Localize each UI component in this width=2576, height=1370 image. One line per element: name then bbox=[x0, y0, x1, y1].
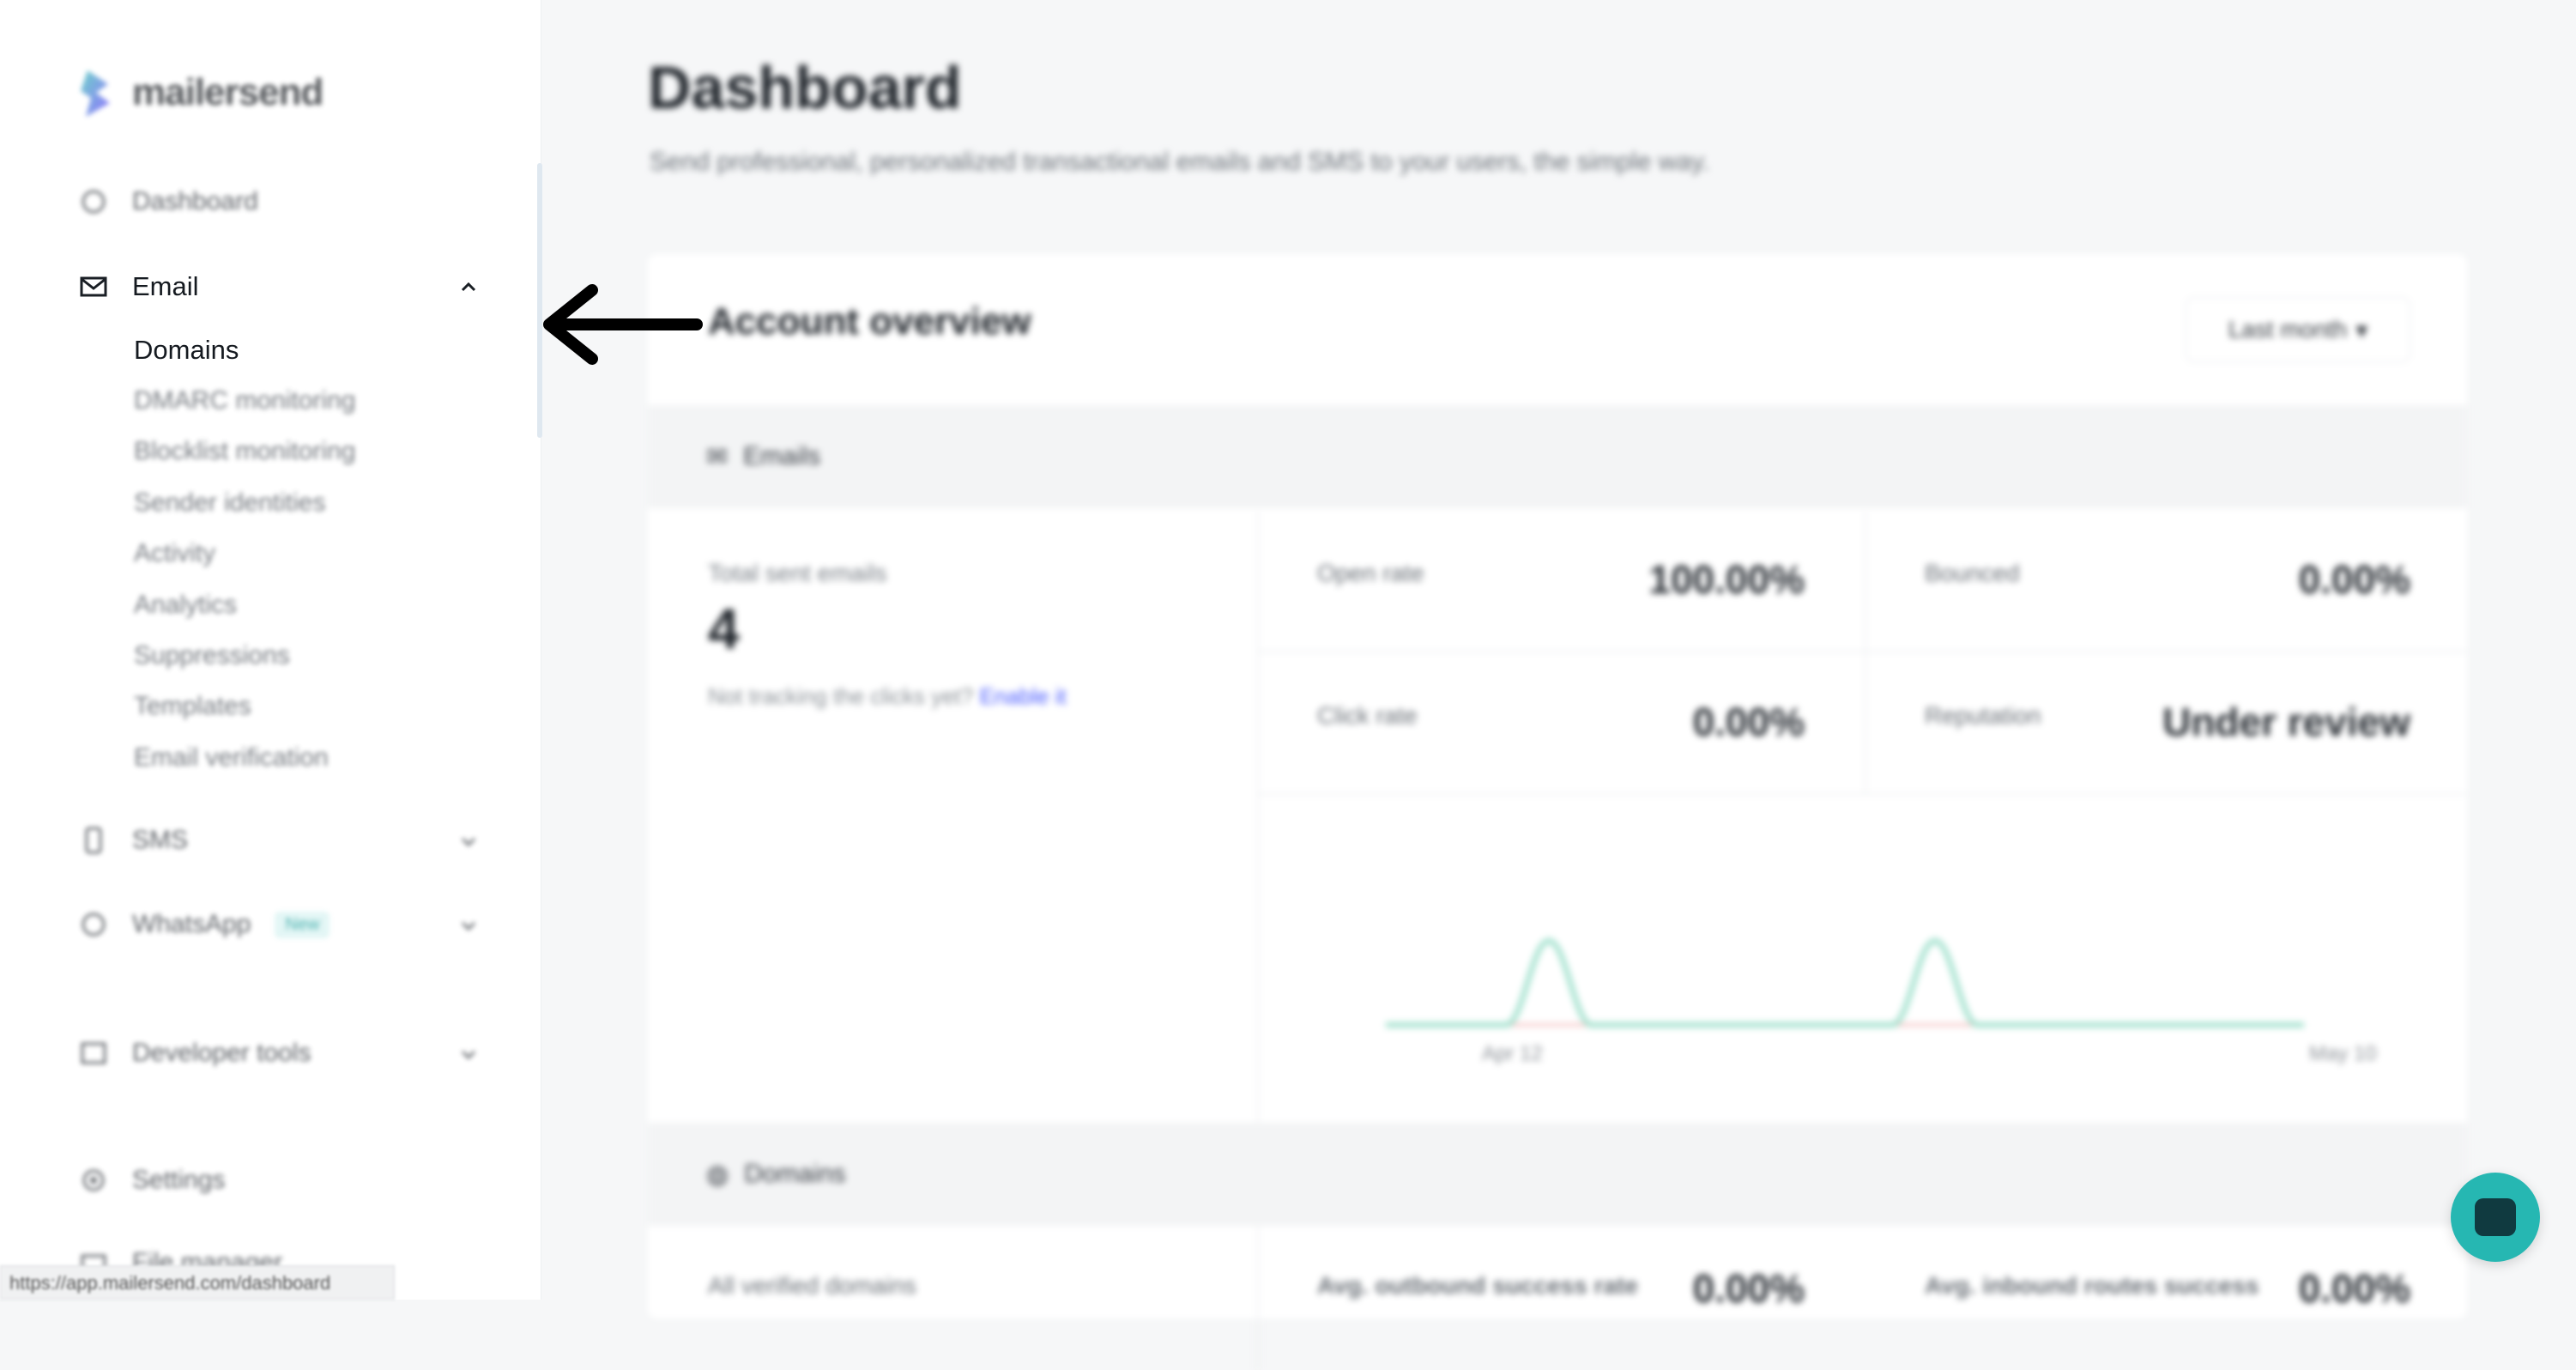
sidebar-subitem-domains[interactable]: Domains bbox=[134, 335, 239, 366]
open-rate-label: Open rate bbox=[1317, 560, 1424, 586]
gear-icon bbox=[79, 1166, 108, 1195]
annotation-arrow-icon bbox=[543, 284, 703, 365]
main-content: Dashboard Send professional, personalize… bbox=[541, 0, 2576, 1370]
sidebar-item-label: WhatsApp bbox=[132, 910, 251, 938]
inbound-success-value: 0.00% bbox=[2298, 1266, 2410, 1311]
chart-start-label: Apr 12 bbox=[1482, 1042, 1543, 1065]
outbound-success-label: Avg. outbound success rate bbox=[1317, 1272, 1638, 1299]
open-rate-value: 100.00% bbox=[1648, 557, 1805, 602]
sidebar-item-whatsapp[interactable]: WhatsApp New bbox=[79, 910, 330, 939]
sidebar-subitem-sender-identities[interactable]: Sender identities bbox=[134, 488, 325, 518]
column-divider bbox=[1257, 512, 1259, 1370]
brand-logo[interactable]: mailersend bbox=[76, 67, 324, 118]
enable-tracking-link[interactable]: Enable it bbox=[979, 683, 1066, 709]
row-divider bbox=[1259, 793, 2467, 795]
tracking-note-text: Not tracking the clicks yet? bbox=[708, 683, 974, 709]
domains-section-header: ◍ Domains bbox=[648, 1123, 2467, 1226]
code-icon bbox=[79, 1039, 108, 1068]
sidebar-item-dashboard[interactable]: Dashboard bbox=[79, 187, 258, 216]
domains-section-label: Domains bbox=[744, 1160, 846, 1188]
column-divider bbox=[1865, 512, 1866, 795]
sidebar-subitem-analytics[interactable]: Analytics bbox=[134, 591, 237, 620]
date-range-label: Last month bbox=[2228, 316, 2348, 342]
sidebar: mailersend Dashboard Email Domains DMARC… bbox=[0, 0, 542, 1300]
sidebar-subitem-blocklist[interactable]: Blocklist monitoring bbox=[134, 437, 355, 466]
chevron-down-icon: ▾ bbox=[2355, 316, 2368, 343]
total-sent-value: 4 bbox=[708, 597, 740, 660]
sidebar-subitem-activity[interactable]: Activity bbox=[134, 539, 215, 568]
sidebar-item-email[interactable]: Email bbox=[79, 271, 199, 302]
chat-support-button[interactable] bbox=[2451, 1173, 2540, 1262]
dashboard-icon bbox=[79, 187, 108, 216]
page-subtitle: Send professional, personalized transact… bbox=[650, 148, 1710, 176]
brand-name: mailersend bbox=[132, 71, 324, 113]
reputation-value: Under review bbox=[2162, 700, 2410, 744]
mail-icon bbox=[79, 272, 108, 301]
bounced-label: Bounced bbox=[1925, 560, 2020, 586]
sidebar-subitem-suppressions[interactable]: Suppressions bbox=[134, 641, 290, 670]
whatsapp-icon bbox=[79, 910, 108, 939]
mail-icon: ✉ bbox=[706, 442, 729, 471]
chevron-up-icon[interactable] bbox=[457, 275, 481, 299]
sidebar-item-developer-tools[interactable]: Developer tools bbox=[79, 1039, 311, 1068]
total-sent-label: Total sent emails bbox=[708, 560, 887, 586]
chevron-down-icon[interactable] bbox=[457, 1042, 481, 1066]
emails-sparkline-chart bbox=[1386, 937, 2304, 1028]
sidebar-item-label: Email bbox=[132, 271, 199, 301]
status-url-bar: https://app.mailersend.com/dashboard bbox=[0, 1265, 395, 1300]
page-title: Dashboard bbox=[648, 54, 962, 121]
emails-section-header: ✉ Emails bbox=[648, 405, 2467, 508]
chevron-down-icon[interactable] bbox=[457, 829, 481, 853]
sidebar-subitem-dmarc[interactable]: DMARC monitoring bbox=[134, 386, 355, 415]
chevron-down-icon[interactable] bbox=[457, 913, 481, 937]
date-range-dropdown[interactable]: Last month ▾ bbox=[2186, 297, 2410, 362]
row-divider bbox=[1259, 651, 2467, 652]
sent-series-line bbox=[1386, 937, 2304, 1028]
sidebar-subitem-templates[interactable]: Templates bbox=[134, 692, 251, 721]
chart-end-label: May 10 bbox=[2309, 1042, 2377, 1065]
sidebar-item-label: SMS bbox=[132, 826, 189, 854]
sidebar-item-settings[interactable]: Settings bbox=[79, 1166, 225, 1195]
outbound-success-value: 0.00% bbox=[1692, 1266, 1805, 1311]
sidebar-item-label: Dashboard bbox=[132, 187, 258, 215]
sidebar-item-label: Developer tools bbox=[132, 1039, 311, 1067]
account-overview-card: Account overview Last month ▾ ✉ Emails T… bbox=[648, 254, 2467, 1370]
new-badge: New bbox=[275, 911, 330, 938]
verified-domains-label: All verified domains bbox=[708, 1272, 916, 1299]
tracking-note: Not tracking the clicks yet? Enable it bbox=[708, 683, 1067, 710]
sidebar-item-label: Settings bbox=[132, 1166, 226, 1194]
account-overview-heading: Account overview bbox=[708, 300, 1031, 342]
sidebar-item-sms[interactable]: SMS bbox=[79, 826, 188, 855]
phone-icon bbox=[79, 826, 108, 855]
chat-icon bbox=[2475, 1198, 2516, 1236]
mailersend-logo-icon bbox=[81, 70, 110, 117]
bounced-value: 0.00% bbox=[2298, 557, 2410, 602]
sidebar-subitem-email-verification[interactable]: Email verification bbox=[134, 743, 329, 773]
click-rate-value: 0.00% bbox=[1692, 700, 1805, 744]
inbound-success-label: Avg. inbound routes success bbox=[1925, 1272, 2259, 1299]
click-rate-label: Click rate bbox=[1317, 702, 1418, 729]
globe-icon: ◍ bbox=[706, 1160, 729, 1189]
emails-section-label: Emails bbox=[743, 442, 821, 470]
